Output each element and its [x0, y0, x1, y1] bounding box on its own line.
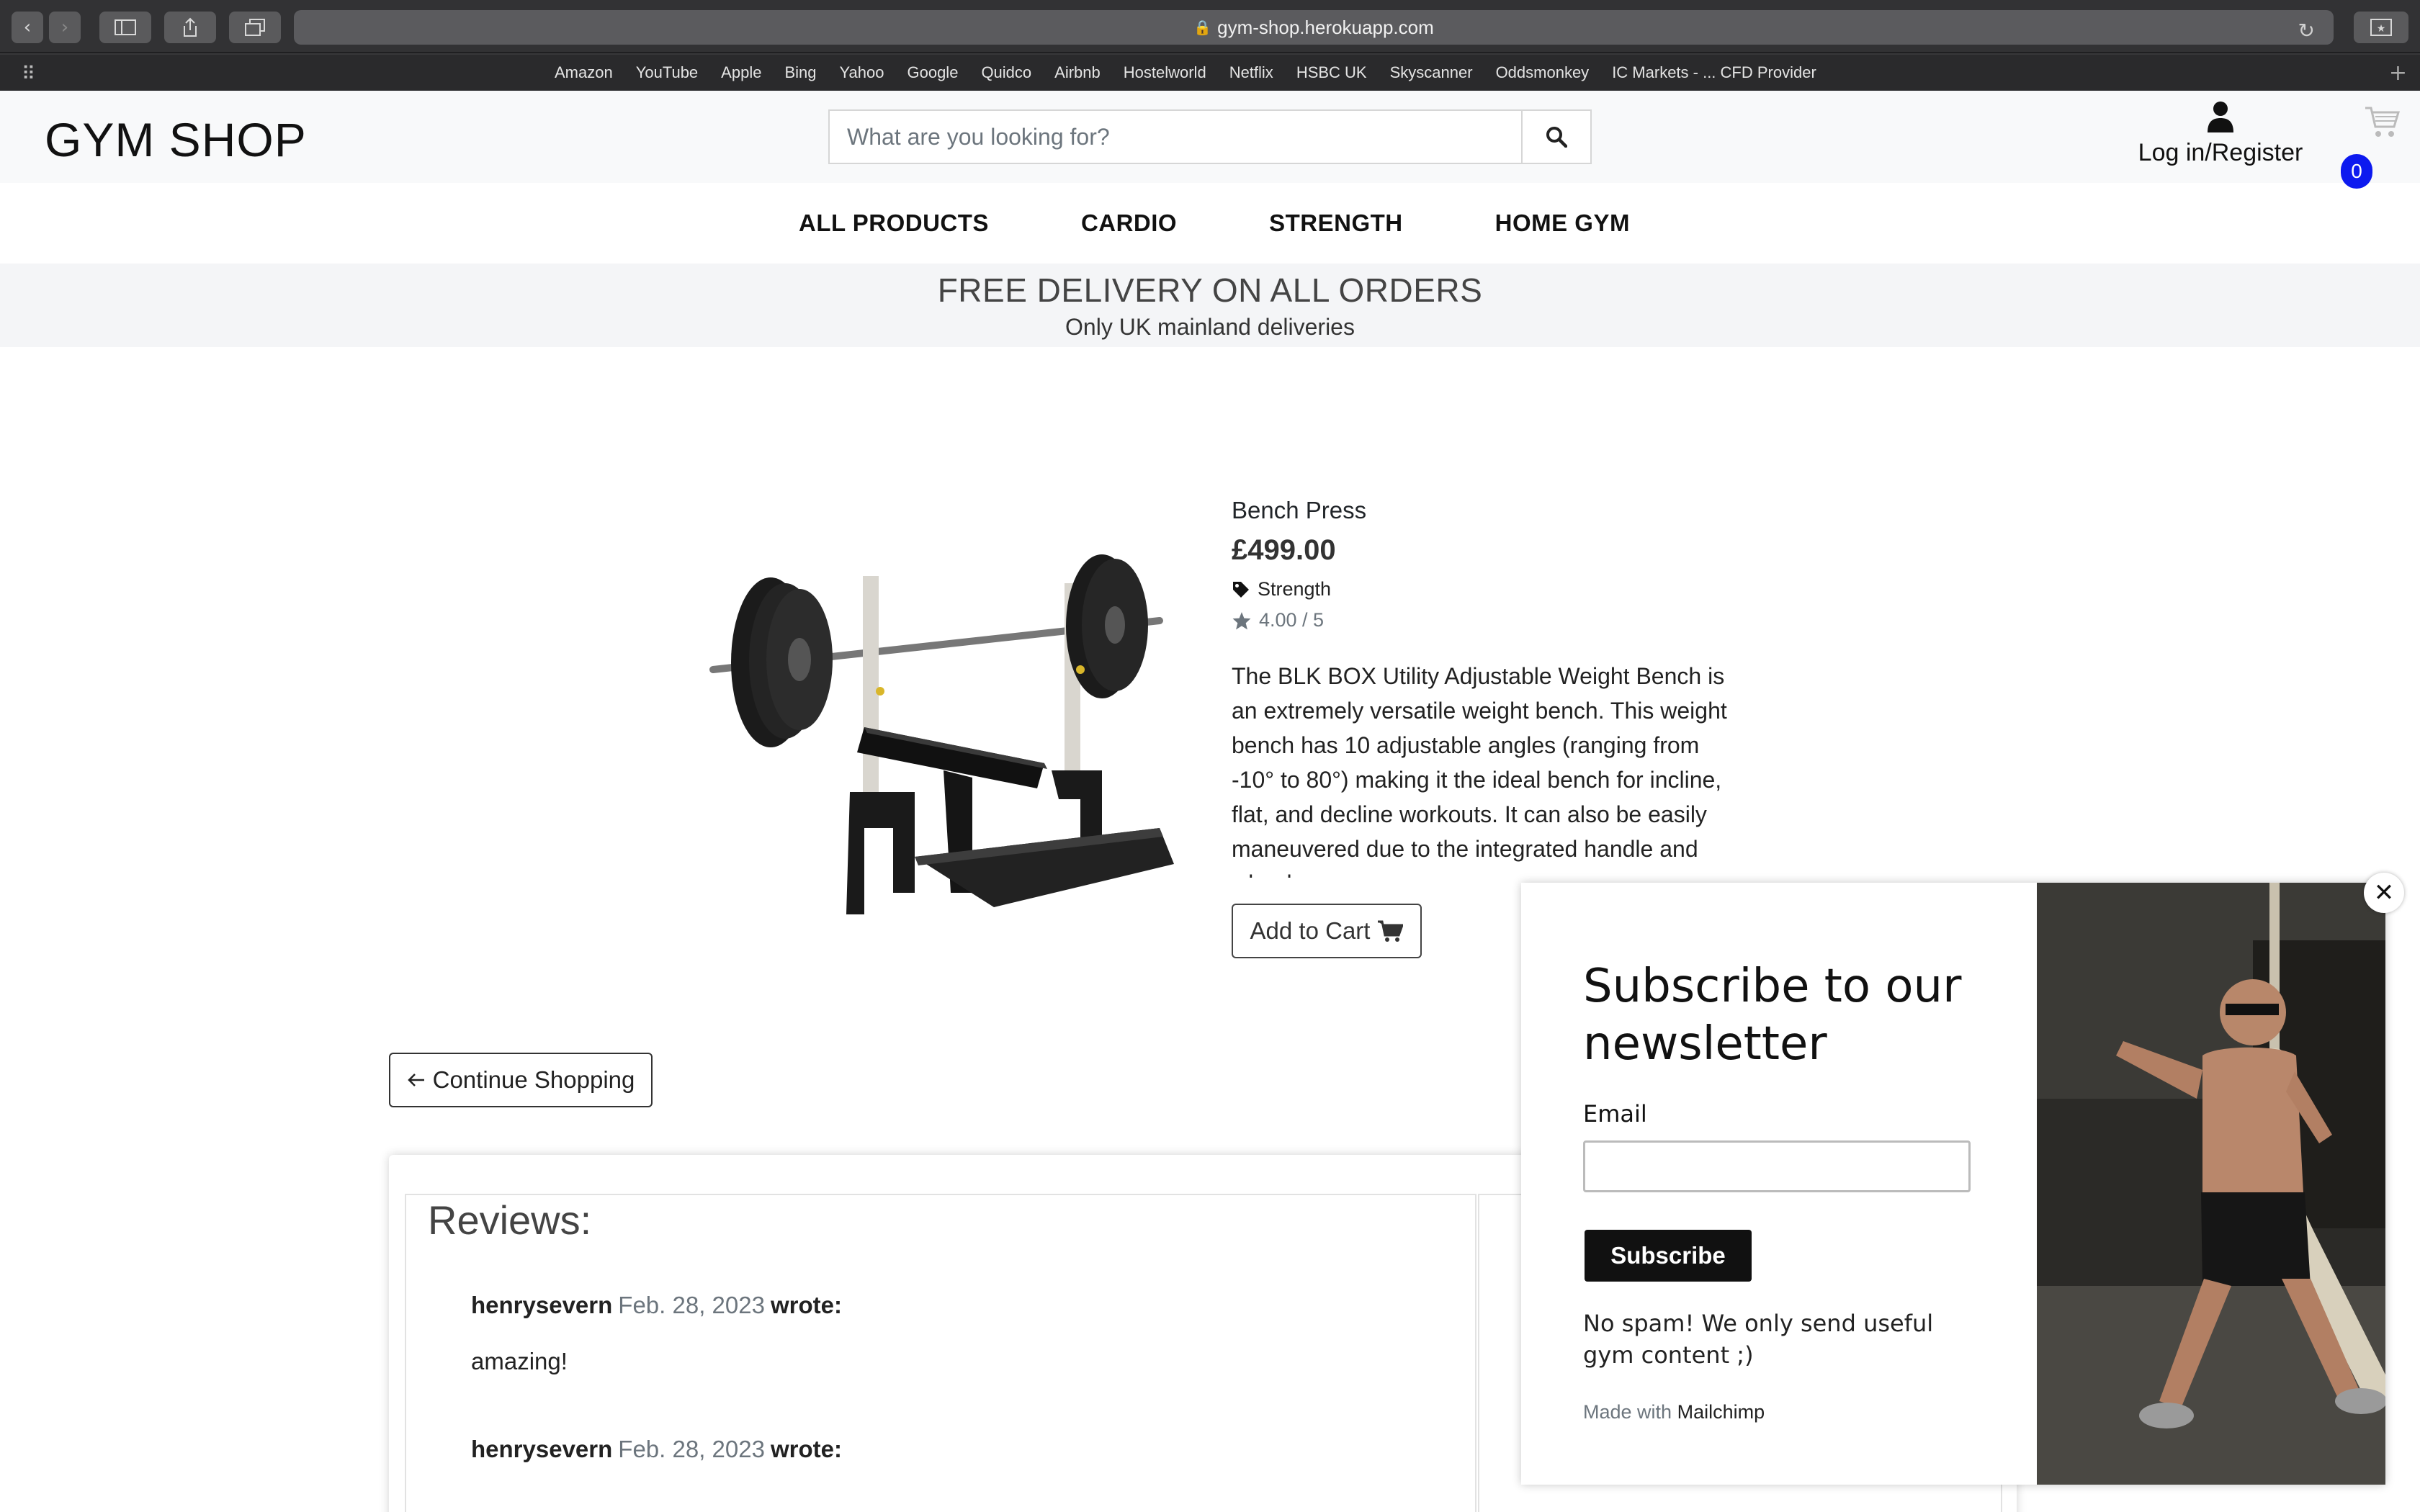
cart-link[interactable]: 0 — [2331, 105, 2410, 189]
search-form — [828, 109, 1592, 164]
forward-button[interactable]: › — [49, 12, 81, 43]
account-link[interactable]: Log in/Register — [2138, 101, 2303, 167]
product-name: Bench Press — [1232, 497, 1367, 523]
review-author: henrysevern — [471, 1436, 613, 1462]
site-header: GYM SHOP Log in/Register 0 — [0, 91, 2420, 189]
newsletter-popup: Subscribe to our newsletter Email Subscr… — [1521, 883, 2385, 1485]
extensions-button[interactable]: ★ — [2354, 12, 2408, 43]
bookmark-item[interactable]: Airbnb — [1054, 63, 1101, 82]
search-icon — [1546, 127, 1567, 148]
nav-strength[interactable]: STRENGTH — [1269, 210, 1403, 237]
sidebar-toggle-button[interactable] — [99, 12, 151, 43]
category-label: Strength — [1258, 578, 1332, 600]
back-button[interactable]: ‹ — [12, 12, 43, 43]
sidebar-icon — [115, 19, 136, 35]
site-logo[interactable]: GYM SHOP — [45, 112, 307, 167]
bookmark-item[interactable]: IC Markets - ... CFD Provider — [1612, 63, 1816, 82]
tabs-icon — [245, 19, 265, 36]
newsletter-title: Subscribe to our newsletter — [1583, 960, 1962, 1071]
bookmark-item[interactable]: Quidco — [981, 63, 1031, 82]
add-to-cart-button[interactable]: Add to Cart — [1232, 904, 1422, 958]
review-item: henrysevern Feb. 28, 2023 wrote: — [471, 1436, 842, 1492]
review-wrote: wrote: — [770, 1292, 842, 1318]
bookmark-item[interactable]: Apple — [721, 63, 761, 82]
review-item: henrysevern Feb. 28, 2023 wrote: amazing! — [471, 1292, 842, 1375]
delivery-banner: FREE DELIVERY ON ALL ORDERS Only UK main… — [0, 264, 2420, 347]
email-label: Email — [1583, 1100, 1647, 1128]
new-tab-icon[interactable]: + — [2389, 60, 2407, 86]
review-wrote: wrote: — [770, 1436, 842, 1462]
review-date: Feb. 28, 2023 — [618, 1292, 765, 1318]
newsletter-photo — [2037, 883, 2385, 1485]
review-body: amazing! — [471, 1348, 568, 1374]
add-to-cart-label: Add to Cart — [1250, 917, 1371, 944]
extension-icon: ★ — [2370, 19, 2392, 36]
browser-toolbar: ‹ › 🔒 gym-shop.herokuapp.com ↻ ★ — [0, 0, 2420, 53]
address-url: gym-shop.herokuapp.com — [1217, 16, 1434, 38]
continue-shopping-button[interactable]: Continue Shopping — [389, 1053, 653, 1107]
lock-icon: 🔒 — [1193, 19, 1212, 36]
product-category[interactable]: Strength — [1232, 578, 1729, 600]
product-image — [709, 554, 1174, 914]
bookmark-item[interactable]: Google — [907, 63, 958, 82]
address-bar[interactable]: 🔒 gym-shop.herokuapp.com ↻ — [294, 10, 2334, 45]
nav-all-products[interactable]: ALL PRODUCTS — [799, 210, 989, 237]
user-icon — [2208, 102, 2233, 132]
share-button[interactable] — [164, 12, 216, 43]
bookmark-item[interactable]: Oddsmonkey — [1496, 63, 1590, 82]
cart-icon — [2365, 107, 2400, 137]
arrow-left-icon — [407, 1074, 424, 1086]
search-button[interactable] — [1521, 111, 1590, 163]
bookmark-item[interactable]: Amazon — [555, 63, 613, 82]
bookmark-list: Amazon YouTube Apple Bing Yahoo Google Quidco A… — [555, 55, 1816, 91]
nav-home-gym[interactable]: HOME GYM — [1495, 210, 1630, 237]
banner-headline: FREE DELIVERY ON ALL ORDERS — [937, 271, 1483, 309]
newsletter-note: No spam! We only send useful gym content… — [1583, 1310, 1934, 1369]
bookmark-item[interactable]: YouTube — [636, 63, 698, 82]
review-date: Feb. 28, 2023 — [618, 1436, 765, 1462]
bookmark-item[interactable]: Skyscanner — [1390, 63, 1473, 82]
bookmark-item[interactable]: Hostelworld — [1124, 63, 1206, 82]
category-nav: ALL PRODUCTS CARDIO STRENGTH HOME GYM — [0, 183, 2420, 264]
made-with-mailchimp: Made with Mailchimp — [1583, 1401, 1765, 1423]
bookmark-item[interactable]: Netflix — [1229, 63, 1273, 82]
reload-icon[interactable]: ↻ — [2298, 19, 2315, 42]
cart-icon — [1378, 920, 1404, 942]
email-field[interactable] — [1583, 1140, 1971, 1192]
subscribe-button[interactable]: Subscribe — [1585, 1230, 1752, 1282]
bookmark-item[interactable]: HSBC UK — [1296, 63, 1367, 82]
tabs-button[interactable] — [229, 12, 281, 43]
product-rating: 4.00 / 5 — [1232, 609, 1729, 631]
product-price: £499.00 — [1232, 534, 1336, 566]
rating-value: 4.00 / 5 — [1259, 609, 1325, 631]
star-icon — [1232, 611, 1251, 629]
share-icon — [184, 17, 197, 37]
continue-shopping-label: Continue Shopping — [432, 1066, 635, 1093]
bookmark-item[interactable]: Yahoo — [840, 63, 884, 82]
apps-grid-icon[interactable]: ⠿ — [22, 63, 35, 85]
review-author: henrysevern — [471, 1292, 613, 1318]
bookmarks-bar: ⠿ Amazon YouTube Apple Bing Yahoo Google Quidc… — [0, 55, 2420, 91]
close-icon[interactable]: ✕ — [2364, 873, 2404, 913]
bookmark-item[interactable]: Bing — [784, 63, 816, 82]
product-description: The BLK BOX Utility Adjustable Weight Be… — [1232, 663, 1727, 878]
nav-cardio[interactable]: CARDIO — [1081, 210, 1177, 237]
account-label: Log in/Register — [2138, 139, 2303, 166]
reviews-panel: Reviews: henrysevern Feb. 28, 2023 wrote: … — [405, 1194, 1476, 1512]
browser-chrome: ‹ › 🔒 gym-shop.herokuapp.com ↻ ★ ⠿ Amazo… — [0, 0, 2420, 91]
svg-text:★: ★ — [2377, 23, 2386, 35]
reviews-title: Reviews: — [428, 1197, 592, 1243]
mailchimp-link[interactable]: Mailchimp — [1677, 1401, 1765, 1423]
tag-icon — [1233, 581, 1249, 598]
banner-subline: Only UK mainland deliveries — [1065, 314, 1355, 340]
search-input[interactable] — [830, 111, 1521, 163]
made-with-label: Made with — [1583, 1401, 1672, 1423]
